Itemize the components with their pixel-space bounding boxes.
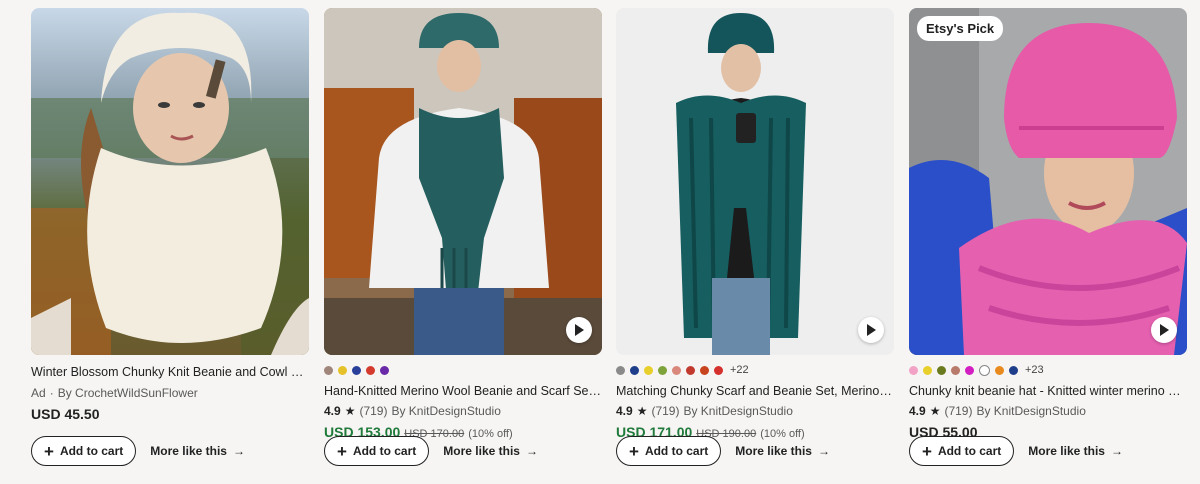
product-photo — [324, 8, 602, 355]
color-swatch[interactable] — [1009, 365, 1018, 375]
color-swatches: +23 — [909, 363, 1187, 377]
star-icon: ★ — [929, 404, 941, 418]
price-row: USD 45.50 — [31, 406, 309, 424]
product-photo — [616, 8, 894, 355]
plus-icon: + — [922, 441, 932, 461]
color-swatch[interactable] — [324, 365, 333, 375]
color-swatch[interactable] — [923, 365, 932, 375]
listing-card[interactable]: Winter Blossom Chunky Knit Beanie and Co… — [31, 8, 309, 424]
listing-grid: Winter Blossom Chunky Knit Beanie and Co… — [0, 0, 1200, 484]
play-icon — [575, 324, 584, 336]
arrow-right-icon: → — [1110, 444, 1123, 458]
color-swatch[interactable] — [995, 365, 1004, 375]
play-video-button[interactable] — [858, 317, 884, 343]
product-photo — [31, 8, 309, 355]
rating-value: 4.9 — [909, 404, 926, 418]
listing-image[interactable]: Etsy's Pick — [909, 8, 1187, 355]
plus-icon: + — [337, 441, 347, 461]
arrow-right-icon: → — [525, 444, 538, 458]
arrow-right-icon: → — [817, 444, 830, 458]
review-count: (719) — [944, 404, 973, 418]
listing-image[interactable] — [324, 8, 602, 355]
listing-card[interactable]: +22 Matching Chunky Scarf and Beanie Set… — [616, 8, 894, 442]
plus-icon: + — [629, 441, 639, 461]
add-to-cart-button[interactable]: + Add to cart — [31, 436, 137, 466]
color-swatches: +22 — [616, 363, 894, 377]
color-swatch[interactable] — [338, 365, 347, 375]
price: USD 45.50 — [31, 406, 100, 422]
rating-value: 4.9 — [616, 404, 633, 418]
shop-name[interactable]: By CrochetWildSunFlower — [58, 386, 198, 401]
color-swatch[interactable] — [909, 365, 918, 375]
add-to-cart-label: Add to cart — [937, 444, 1002, 458]
review-count: (719) — [359, 404, 388, 418]
listing-card[interactable]: Hand-Knitted Merino Wool Beanie and Scar… — [324, 8, 602, 442]
listing-card[interactable]: Etsy's Pick +23 Chunky knit beanie hat -… — [909, 8, 1187, 442]
more-like-this-link[interactable]: More like this → — [443, 444, 538, 458]
color-swatch[interactable] — [630, 365, 639, 375]
review-count: (719) — [651, 404, 680, 418]
listing-meta: 4.9 ★ (719) By KnitDesignStudio — [324, 404, 602, 419]
star-icon: ★ — [344, 404, 356, 418]
listing-meta: 4.9 ★ (719) By KnitDesignStudio — [909, 404, 1187, 419]
shop-name[interactable]: By KnitDesignStudio — [391, 404, 500, 419]
card-actions: + Add to cart More like this → — [909, 436, 1123, 466]
color-swatch[interactable] — [644, 365, 653, 375]
more-like-this-label: More like this — [1028, 444, 1105, 458]
color-swatch[interactable] — [700, 365, 709, 375]
listing-title[interactable]: Hand-Knitted Merino Wool Beanie and Scar… — [324, 383, 602, 399]
color-swatch[interactable] — [951, 365, 960, 375]
color-swatch[interactable] — [979, 364, 990, 376]
color-swatch[interactable] — [686, 365, 695, 375]
color-swatch[interactable] — [937, 365, 946, 375]
more-like-this-link[interactable]: More like this → — [150, 444, 245, 458]
more-colors-count[interactable]: +22 — [730, 364, 749, 376]
add-to-cart-button[interactable]: + Add to cart — [616, 436, 722, 466]
listing-image[interactable] — [31, 8, 309, 355]
card-actions: + Add to cart More like this → — [324, 436, 538, 466]
play-icon — [1160, 324, 1169, 336]
play-video-button[interactable] — [1151, 317, 1177, 343]
more-colors-count[interactable]: +23 — [1025, 364, 1044, 376]
color-swatch[interactable] — [366, 365, 375, 375]
ad-label: Ad — [31, 386, 46, 400]
card-actions: + Add to cart More like this → — [31, 436, 245, 466]
listing-title[interactable]: Chunky knit beanie hat - Knitted winter … — [909, 383, 1187, 399]
add-to-cart-label: Add to cart — [644, 444, 709, 458]
separator-dot: · — [49, 386, 54, 400]
arrow-right-icon: → — [232, 444, 245, 458]
add-to-cart-label: Add to cart — [59, 444, 124, 458]
color-swatches — [324, 363, 602, 377]
add-to-cart-button[interactable]: + Add to cart — [324, 436, 430, 466]
listing-title[interactable]: Winter Blossom Chunky Knit Beanie and Co… — [31, 364, 309, 380]
rating-value: 4.9 — [324, 404, 341, 418]
listing-meta: 4.9 ★ (719) By KnitDesignStudio — [616, 404, 894, 419]
etsys-pick-badge: Etsy's Pick — [917, 16, 1004, 41]
add-to-cart-label: Add to cart — [352, 444, 417, 458]
color-swatch[interactable] — [380, 365, 389, 375]
color-swatch[interactable] — [672, 365, 681, 375]
play-icon — [867, 324, 876, 336]
more-like-this-label: More like this — [443, 444, 520, 458]
more-like-this-label: More like this — [735, 444, 812, 458]
shop-name[interactable]: By KnitDesignStudio — [683, 404, 792, 419]
more-like-this-link[interactable]: More like this → — [1028, 444, 1123, 458]
card-actions: + Add to cart More like this → — [616, 436, 830, 466]
color-swatch[interactable] — [352, 365, 361, 375]
listing-title[interactable]: Matching Chunky Scarf and Beanie Set, Me… — [616, 383, 894, 399]
add-to-cart-button[interactable]: + Add to cart — [909, 436, 1015, 466]
listing-image[interactable] — [616, 8, 894, 355]
star-icon: ★ — [636, 404, 648, 418]
play-video-button[interactable] — [566, 317, 592, 343]
more-like-this-label: More like this — [150, 444, 227, 458]
color-swatch[interactable] — [658, 365, 667, 375]
color-swatch[interactable] — [616, 365, 625, 375]
color-swatch[interactable] — [965, 365, 974, 375]
shop-name[interactable]: By KnitDesignStudio — [976, 404, 1085, 419]
more-like-this-link[interactable]: More like this → — [735, 444, 830, 458]
listing-meta: Ad · By CrochetWildSunFlower — [31, 386, 309, 401]
color-swatch[interactable] — [714, 365, 723, 375]
product-photo — [909, 8, 1187, 355]
plus-icon: + — [44, 441, 54, 461]
